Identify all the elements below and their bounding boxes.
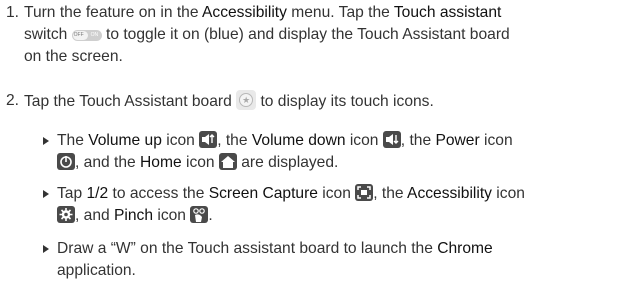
step-text: Turn the feature on in the Accessibility…	[24, 2, 620, 68]
text: icon	[345, 132, 383, 149]
volume-up-icon	[199, 131, 218, 148]
volume-up-term: Volume up	[88, 132, 162, 149]
text: Tap	[57, 185, 87, 202]
text: on the screen.	[24, 48, 123, 65]
accessibility-term: Accessibility	[202, 4, 287, 21]
text: Tap the Touch Assistant board	[24, 93, 237, 110]
text: switch	[24, 26, 72, 43]
volume-down-term: Volume down	[251, 132, 346, 149]
bullet-arrow-icon	[43, 245, 49, 253]
toggle-on-label: ON	[90, 32, 99, 38]
text: icon	[161, 132, 200, 149]
text: , the	[373, 185, 408, 202]
text: to access the	[108, 185, 209, 202]
text: , the	[217, 132, 252, 149]
bullet-text: Tap 1/2 to access the Screen Capture ico…	[57, 183, 617, 227]
power-icon	[57, 153, 75, 170]
home-term: Home	[140, 154, 182, 171]
text: , and the	[75, 154, 141, 171]
text: icon	[181, 154, 219, 171]
text: menu. Tap the	[286, 4, 394, 21]
text: , the	[400, 132, 436, 149]
text: icon	[153, 207, 191, 224]
text: to toggle it on (blue) and display the T…	[101, 26, 510, 43]
text: icon	[317, 185, 356, 202]
text: , and	[75, 207, 115, 224]
text: icon	[491, 185, 525, 202]
toggle-off-label: OFF	[73, 32, 84, 38]
screen-capture-term: Screen Capture	[208, 185, 318, 202]
bullet-text: Draw a “W” on the Touch assistant board …	[57, 238, 617, 282]
accessibility-term: Accessibility	[407, 185, 492, 202]
step-number: 1.	[6, 4, 20, 21]
touch-assistant-icon: ★	[236, 90, 257, 110]
text: icon	[479, 132, 513, 149]
page-term: 1/2	[86, 185, 109, 202]
bullet-arrow-icon	[43, 137, 49, 145]
chrome-term: Chrome	[437, 240, 493, 257]
toggle-switch-icon: OFF ON	[71, 30, 102, 41]
touch-assistant-term: Touch assistant	[393, 4, 502, 21]
accessibility-gear-icon	[57, 206, 75, 223]
text: Draw a “W” on the Touch assistant board …	[57, 240, 438, 257]
home-icon	[218, 153, 237, 170]
text: The	[57, 132, 89, 149]
power-term: Power	[435, 132, 480, 149]
pinch-icon	[190, 206, 209, 223]
bullet-text: The Volume up icon , the Volume down ico…	[57, 130, 617, 174]
text: Turn the feature on in the	[24, 4, 203, 21]
step-number: 2.	[6, 92, 20, 109]
text: application.	[57, 262, 136, 279]
screen-capture-icon	[355, 184, 374, 201]
volume-down-icon	[382, 131, 401, 148]
pinch-term: Pinch	[114, 207, 154, 224]
step-text: Tap the Touch Assistant board ★ to displ…	[24, 90, 620, 113]
text: are displayed.	[236, 154, 339, 171]
text: to display its touch icons.	[256, 93, 434, 110]
bullet-arrow-icon	[43, 190, 49, 198]
text: .	[208, 207, 213, 224]
